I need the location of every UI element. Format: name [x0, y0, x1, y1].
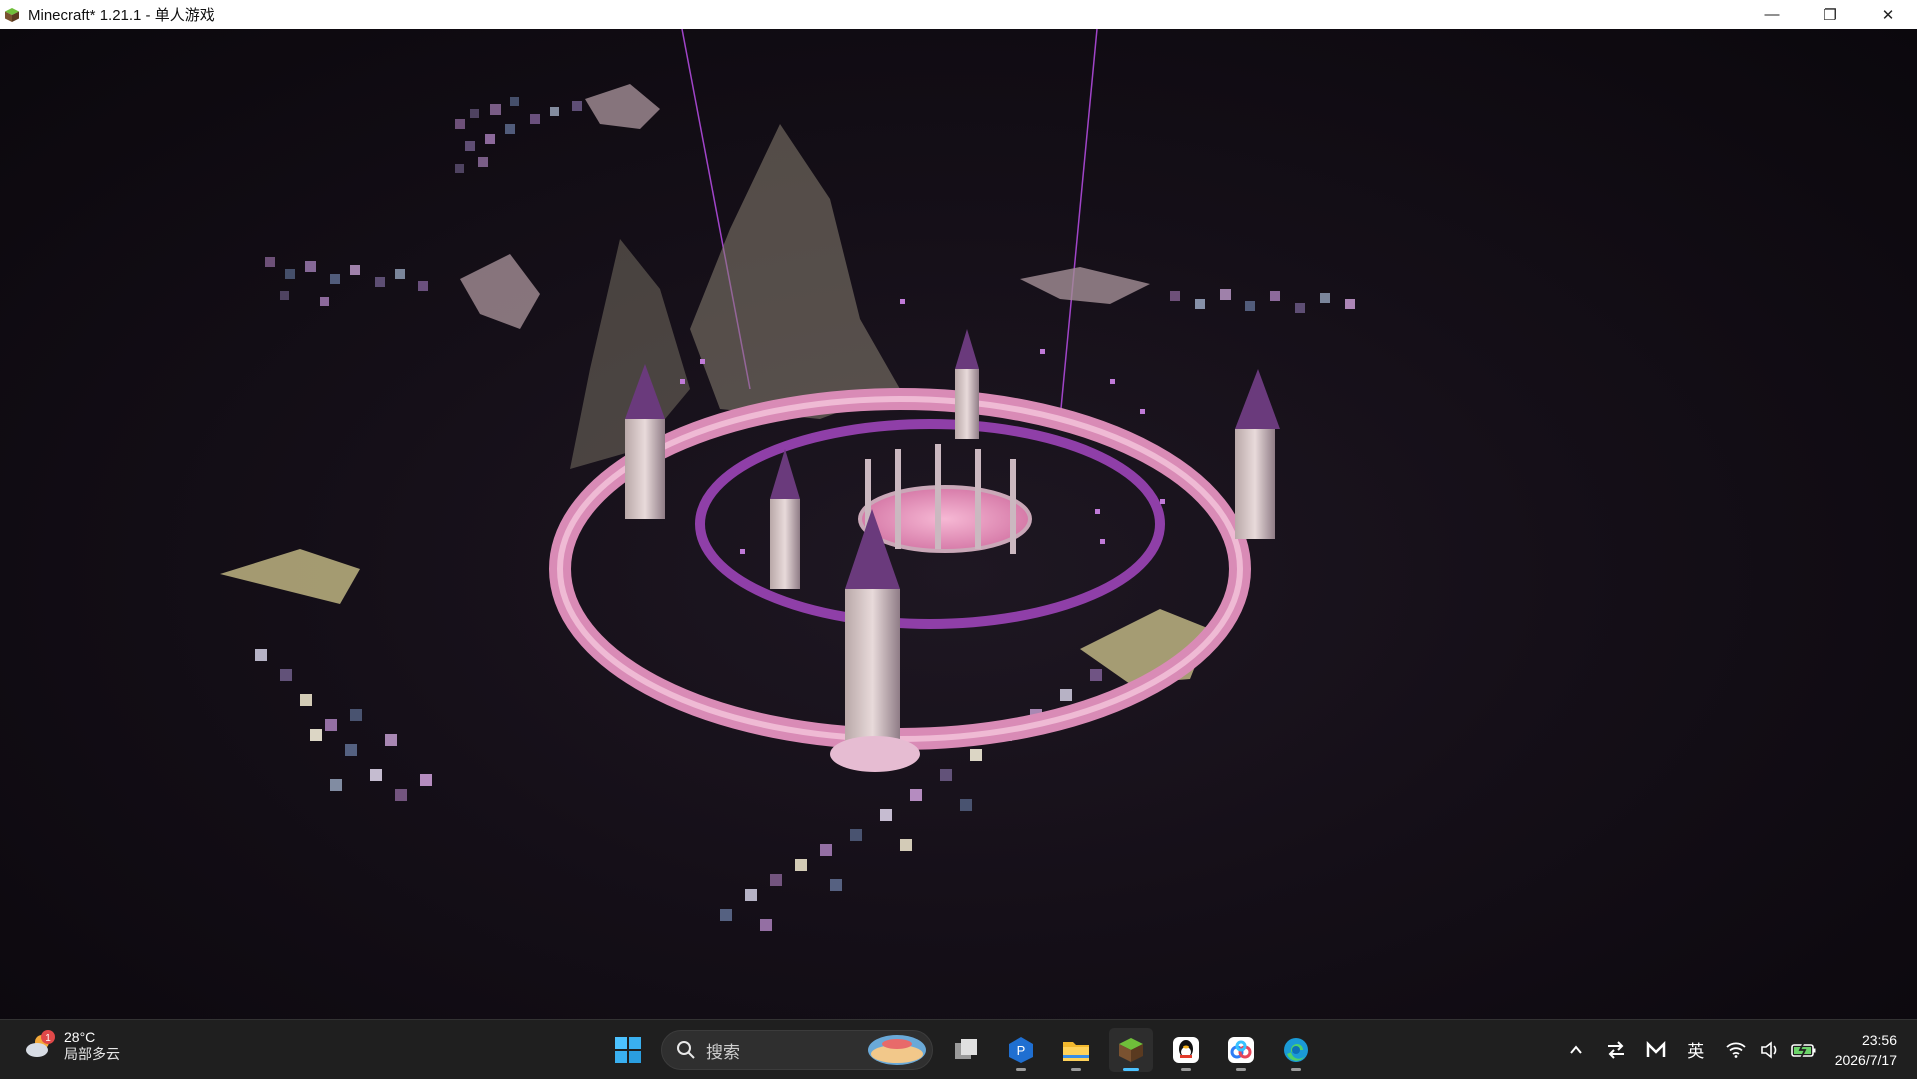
- weather-badge: 1: [45, 1033, 51, 1044]
- speaker-icon[interactable]: [1753, 1033, 1787, 1067]
- restore-button[interactable]: ❐: [1801, 0, 1859, 29]
- start-button[interactable]: [606, 1028, 650, 1072]
- game-viewport[interactable]: [0, 29, 1917, 1019]
- whale-bottom-left: [220, 549, 360, 604]
- game-scene: [220, 29, 1355, 931]
- baidu-netdisk-icon: [1228, 1037, 1254, 1063]
- taskbar-app-baidu-netdisk[interactable]: [1219, 1028, 1263, 1072]
- search-placeholder: 搜索: [706, 1042, 740, 1062]
- whale-top-left: [585, 84, 660, 129]
- purple-beam-right: [1059, 29, 1098, 420]
- clock-date: 2026/7/17: [1834, 1051, 1897, 1068]
- close-button[interactable]: ✕: [1859, 0, 1917, 29]
- window-title: Minecraft* 1.21.1 - 单人游戏: [28, 7, 215, 24]
- partly-cloudy-icon: 1: [22, 1028, 58, 1064]
- particle-trail-bottom: [720, 669, 1102, 931]
- particle-trail-left: [265, 257, 428, 306]
- window-titlebar: Minecraft* 1.21.1 - 单人游戏 — ❐ ✕: [0, 0, 1917, 30]
- taskbar-search-box[interactable]: 搜索: [661, 1030, 933, 1070]
- taskbar-app-minecraft[interactable]: [1109, 1028, 1153, 1072]
- weather-widget[interactable]: 1 28°C 局部多云: [22, 1028, 120, 1064]
- taskbar-app-powershell[interactable]: P: [999, 1028, 1043, 1072]
- taskbar: 1 28°C 局部多云 搜索 P 英 23:56 2026/7/17: [0, 1019, 1917, 1079]
- qq-penguin-icon: [1173, 1037, 1199, 1063]
- weather-temperature: 28°C: [64, 1029, 96, 1045]
- wifi-icon[interactable]: [1719, 1033, 1753, 1067]
- task-view-button[interactable]: [944, 1028, 988, 1072]
- svg-text:P: P: [1017, 1043, 1026, 1058]
- ime-indicator[interactable]: 英: [1679, 1033, 1713, 1067]
- taskbar-clock[interactable]: 23:56 2026/7/17: [1835, 1030, 1897, 1070]
- whale-left: [460, 254, 540, 329]
- weather-condition: 局部多云: [64, 1046, 120, 1062]
- taskbar-app-file-explorer[interactable]: [1054, 1028, 1098, 1072]
- powershell-icon: P: [1009, 1037, 1033, 1063]
- wireframe-tree-large: [690, 124, 900, 419]
- minecraft-app-icon: [5, 7, 19, 22]
- task-view-icon: [955, 1039, 977, 1059]
- windows-logo-icon: [615, 1037, 641, 1063]
- taskbar-app-edge[interactable]: [1274, 1028, 1318, 1072]
- edge-browser-icon: [1284, 1038, 1308, 1062]
- chevron-up-icon[interactable]: [1559, 1033, 1593, 1067]
- clock-time: 23:56: [1861, 1031, 1897, 1048]
- app-tray-icon[interactable]: [1639, 1033, 1673, 1067]
- tower-right: [1235, 369, 1280, 539]
- minecraft-icon: [1119, 1038, 1143, 1062]
- system-tray: 英 23:56 2026/7/17: [1559, 1020, 1917, 1079]
- particle-trail-top-left: [455, 97, 582, 173]
- particle-trail-right: [1170, 289, 1355, 313]
- folder-icon: [1063, 1042, 1089, 1061]
- search-highlight-icon: [868, 1035, 926, 1065]
- central-platform: [858, 485, 1032, 553]
- minimize-button[interactable]: —: [1743, 0, 1801, 29]
- search-icon: [677, 1041, 695, 1059]
- taskbar-app-qq[interactable]: [1164, 1028, 1208, 1072]
- particle-trail-bottom-left: [255, 649, 432, 801]
- tower-mid-left: [770, 449, 800, 589]
- whale-right: [1020, 267, 1150, 304]
- battery-charging-icon[interactable]: [1787, 1033, 1821, 1067]
- transfer-arrows-icon[interactable]: [1599, 1033, 1633, 1067]
- tower-back: [955, 329, 979, 439]
